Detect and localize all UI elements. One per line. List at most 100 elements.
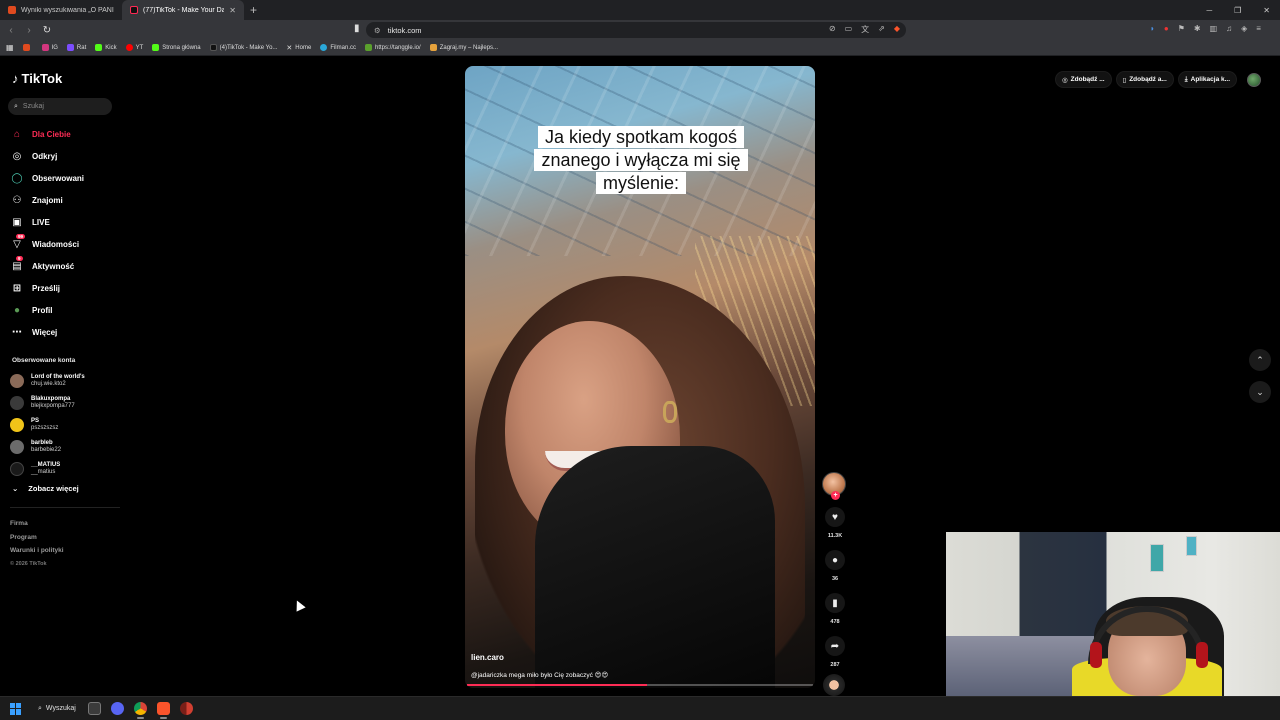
bookmark-item[interactable]: Rat xyxy=(66,44,86,51)
music-disc-icon[interactable] xyxy=(823,674,845,696)
bookmark-item[interactable]: YT xyxy=(125,44,143,51)
avatar xyxy=(10,462,24,476)
vpn-extension-icon[interactable]: ⚑ xyxy=(1178,24,1185,33)
share-icon[interactable]: ➦ xyxy=(825,636,845,656)
get-app-button[interactable]: ▯ Zdobądź a... xyxy=(1115,71,1174,88)
like-count: 11.3K xyxy=(827,533,843,539)
menu-icon[interactable]: ≡ xyxy=(1256,24,1261,33)
brave-icon[interactable] xyxy=(156,702,170,719)
tiktok-logo[interactable]: ♪ TikTok xyxy=(12,71,62,86)
video-author[interactable]: lien.caro xyxy=(471,653,504,662)
site-info-icon[interactable]: ⚙ xyxy=(374,26,381,35)
phone-icon: ▯ xyxy=(1122,76,1127,84)
following-account[interactable]: Blakuxpompa blejkxpompa777 xyxy=(10,392,120,414)
sidebar-icon[interactable]: ▥ xyxy=(1210,24,1218,33)
browser-tab-active[interactable]: (77)TikTok - Make Your Day ✕ xyxy=(122,0,244,20)
comment-icon[interactable]: ● xyxy=(825,550,845,570)
bookmark-item[interactable]: (4)TikTok - Make Yo... xyxy=(209,44,277,51)
share-page-icon[interactable]: ⇗ xyxy=(878,24,885,35)
media-icon[interactable]: ♫ xyxy=(1226,24,1232,33)
share-action[interactable]: ➦ 287 xyxy=(822,636,848,668)
apps-grid-icon[interactable]: ▦ xyxy=(6,43,14,52)
get-coins-button[interactable]: ◎ Zdobądź ... xyxy=(1055,71,1112,88)
chrome-icon[interactable] xyxy=(133,702,147,719)
chevron-up-icon: ⌃ xyxy=(1256,354,1264,365)
profile-avatar[interactable] xyxy=(1247,72,1262,87)
forward-icon[interactable]: › xyxy=(22,25,36,36)
friends-icon: ⚇ xyxy=(12,194,22,206)
video-player[interactable]: Ja kiedy spotkam kogoś znanego i wyłącza… xyxy=(465,66,815,688)
desktop-app-button[interactable]: ⤓ Aplikacja k... xyxy=(1177,71,1238,88)
sidebar-item-explore[interactable]: ◎ Odkryj xyxy=(10,145,120,167)
bookmark-item[interactable]: ✕ Home xyxy=(286,44,311,52)
file-manager-icon[interactable] xyxy=(87,702,101,715)
profile-icon: ● xyxy=(13,304,21,316)
translate-icon[interactable]: 文 xyxy=(861,24,869,35)
search-icon: ⌕ xyxy=(14,102,18,110)
sidebar-item-profile[interactable]: ● Profil xyxy=(10,299,120,321)
record-extension-icon[interactable]: ● xyxy=(1164,24,1169,33)
address-bar[interactable]: ⚙ tiktok.com ⊘ ▭ 文 ⇗ ◆ xyxy=(366,22,906,38)
creator-avatar[interactable]: + xyxy=(822,472,846,500)
comment-action[interactable]: ● 36 xyxy=(822,550,848,582)
sidebar-item-upload[interactable]: ⊞ Prześlij xyxy=(10,277,120,299)
bookmarks-bar: ▦ IG Rat Kick YT Strona główna (4)TikTok… xyxy=(0,40,1280,56)
following-account[interactable]: __MATIUS __matius xyxy=(10,458,120,480)
video-earring xyxy=(663,401,677,423)
sidebar-item-more[interactable]: ⋯ Więcej xyxy=(10,321,120,343)
reload-icon[interactable]: ↻ xyxy=(40,25,54,36)
minimize-icon[interactable]: ─ xyxy=(1206,6,1212,15)
bookmark-page-icon[interactable]: ▮ xyxy=(354,23,360,34)
follow-plus-icon[interactable]: + xyxy=(831,491,840,500)
sidebar-footer: Firma Program Warunki i polityki © 2026 … xyxy=(10,517,64,571)
restore-icon[interactable]: ❐ xyxy=(1234,6,1241,15)
close-tab-icon[interactable]: ✕ xyxy=(229,6,236,15)
sidebar-item-activity[interactable]: ▤ 9 Aktywność xyxy=(10,255,120,277)
bookmark-action[interactable]: ▮ 478 xyxy=(822,593,848,625)
sidebar-divider xyxy=(10,507,120,508)
video-jacket xyxy=(535,446,775,688)
header-actions: ◎ Zdobądź ... ▯ Zdobądź a... ⤓ Aplikacja k.… xyxy=(1055,71,1262,88)
bookmark-item[interactable]: https://tanggle.io/ xyxy=(364,44,421,51)
like-action[interactable]: ♥ 11.3K xyxy=(822,507,848,539)
bookmark-icon[interactable]: ▮ xyxy=(825,593,845,613)
chrome-alt-icon[interactable] xyxy=(179,702,193,715)
see-more-button[interactable]: ⌄ Zobacz więcej xyxy=(12,484,79,493)
footer-link-company[interactable]: Firma xyxy=(10,517,64,531)
wallet-icon[interactable]: ◈ xyxy=(1241,24,1247,33)
browser-tab[interactable]: Wyniki wyszukiwania „O PANI” w serwisie xyxy=(0,0,122,20)
windows-start-icon[interactable] xyxy=(10,702,22,715)
footer-link-terms[interactable]: Warunki i polityki xyxy=(10,544,64,558)
bookmark-item[interactable]: Filman.cc xyxy=(320,44,356,51)
sidebar-item-friends[interactable]: ⚇ Znajomi xyxy=(10,189,120,211)
bookmark-item[interactable]: IG xyxy=(41,44,58,51)
new-tab-button[interactable]: + xyxy=(250,3,257,17)
messages-badge: 99 xyxy=(16,234,26,239)
video-progress-bar[interactable] xyxy=(467,684,813,686)
bookmark-item[interactable] xyxy=(22,44,33,51)
sidebar-item-live[interactable]: ▣ LIVE xyxy=(10,211,120,233)
bookmark-item[interactable]: Strona główna xyxy=(152,44,201,51)
sidebar-item-messages[interactable]: ▽ 99 Wiadomości xyxy=(10,233,120,255)
next-video-button[interactable]: ⌄ xyxy=(1249,381,1271,403)
bookmark-item[interactable]: Zagraj.my – Najleps... xyxy=(429,44,498,51)
following-account[interactable]: Lord of the world's chuj.wie.kto2 xyxy=(10,370,120,392)
back-icon[interactable]: ‹ xyxy=(4,25,18,36)
sidebar-item-following[interactable]: ◯ Obserwowani xyxy=(10,167,120,189)
brave-shield-icon[interactable]: ◆ xyxy=(894,24,900,35)
bookmark-item[interactable]: Kick xyxy=(95,44,117,51)
cast-icon[interactable]: ▭ xyxy=(845,24,853,35)
audio-icon[interactable]: ◗ xyxy=(1150,24,1155,33)
sidebar-item-for-you[interactable]: ⌂ Dla Ciebie xyxy=(10,123,120,145)
following-account[interactable]: barbleb barbebie22 xyxy=(10,436,120,458)
previous-video-button[interactable]: ⌃ xyxy=(1249,349,1271,371)
no-camera-icon[interactable]: ⊘ xyxy=(829,24,836,35)
taskbar-search[interactable]: ⌕ Wyszukaj xyxy=(38,705,76,713)
search-input[interactable]: ⌕ Szukaj xyxy=(8,98,112,115)
following-account[interactable]: PS pszszszsz xyxy=(10,414,120,436)
heart-icon[interactable]: ♥ xyxy=(825,507,845,527)
discord-icon[interactable] xyxy=(110,702,124,715)
footer-link-program[interactable]: Program xyxy=(10,531,64,545)
close-window-icon[interactable]: ✕ xyxy=(1263,6,1270,15)
extensions-icon[interactable]: ✱ xyxy=(1194,24,1201,33)
